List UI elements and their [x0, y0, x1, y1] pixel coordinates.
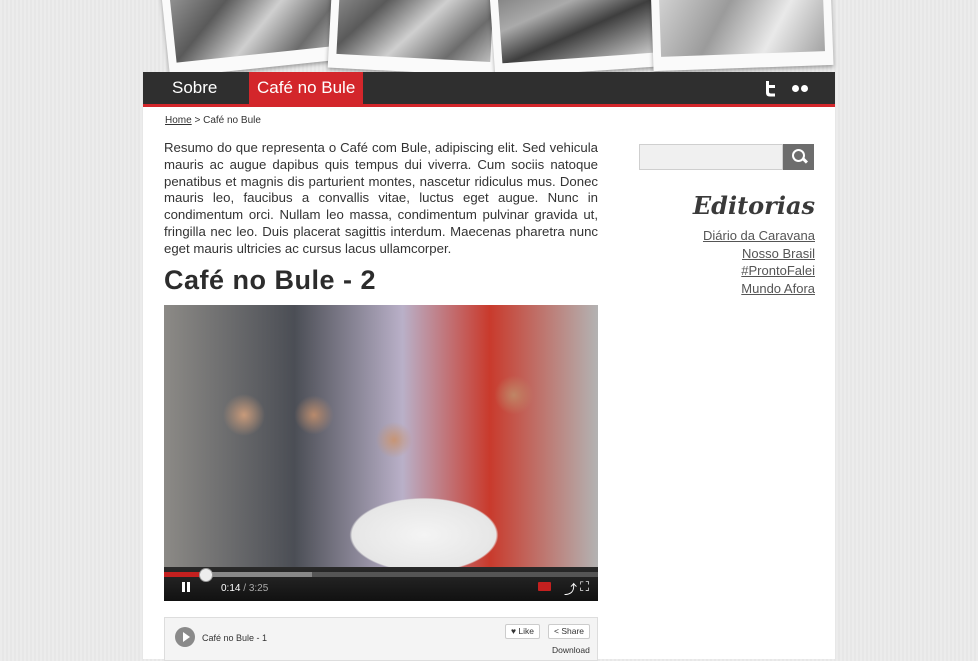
fullscreen-icon[interactable]: ⛶ [580, 579, 589, 595]
breadcrumb: Home > Café no Bule [165, 115, 261, 126]
main-nav: Sobre Café no Bule [143, 72, 835, 107]
share-label: Share [561, 626, 585, 636]
video-frame[interactable] [164, 305, 598, 567]
search-input[interactable] [639, 144, 783, 170]
video-duration: 3:25 [248, 583, 269, 594]
search-button[interactable] [783, 144, 814, 170]
breadcrumb-home-link[interactable]: Home [165, 115, 192, 126]
page-title: Café no Bule - 2 [164, 265, 377, 295]
share-icon[interactable]: ⤴ [564, 579, 577, 598]
search-form [639, 144, 814, 170]
header-photo [650, 0, 834, 72]
twitter-icon[interactable] [763, 72, 779, 104]
editoria-link[interactable]: #ProntoFalei [703, 262, 815, 280]
playlist-bar: Café no Bule - 1 ♥ Like < Share Download [164, 617, 598, 661]
header-photo-strip [0, 0, 978, 80]
header-photo [327, 0, 503, 77]
like-label: Like [518, 626, 535, 636]
playlist-item-title[interactable]: Café no Bule - 1 [202, 633, 267, 643]
video-progress-bar[interactable] [164, 568, 598, 582]
video-current-time: 0:14 [221, 583, 241, 594]
header-photo [160, 0, 355, 78]
breadcrumb-separator: > [194, 115, 201, 126]
editoria-link[interactable]: Diário da Caravana [703, 227, 815, 245]
share-icon: < [554, 626, 559, 636]
video-scrubber[interactable] [199, 568, 214, 582]
pause-button[interactable] [182, 581, 192, 595]
nav-item-cafe-no-bule[interactable]: Café no Bule [249, 72, 364, 104]
editoria-link[interactable]: Mundo Afora [703, 280, 815, 298]
editorias-heading: Editorias [692, 191, 815, 220]
breadcrumb-current: Café no Bule [203, 115, 261, 126]
header-photo [488, 0, 666, 78]
share-button[interactable]: < Share [548, 624, 591, 639]
intro-text: Resumo do que representa o Café com Bule… [164, 140, 598, 256]
video-player[interactable]: 0:14 / 3:25 ⤴ ⛶ [164, 305, 598, 601]
heart-icon: ♥ [511, 626, 517, 636]
content-panel: Home > Café no Bule Resumo do que repres… [143, 107, 835, 661]
editorias-list: Diário da Caravana Nosso Brasil #ProntoF… [703, 227, 815, 297]
editoria-link[interactable]: Nosso Brasil [703, 245, 815, 263]
captions-icon[interactable] [538, 582, 551, 591]
flickr-icon[interactable] [791, 72, 809, 104]
download-link[interactable]: Download [552, 645, 590, 655]
play-icon[interactable] [175, 627, 195, 647]
nav-item-sobre[interactable]: Sobre [164, 72, 225, 104]
video-time: 0:14 / 3:25 [221, 583, 269, 594]
like-button[interactable]: ♥ Like [505, 624, 541, 639]
video-controls: 0:14 / 3:25 ⤴ ⛶ [164, 567, 598, 601]
